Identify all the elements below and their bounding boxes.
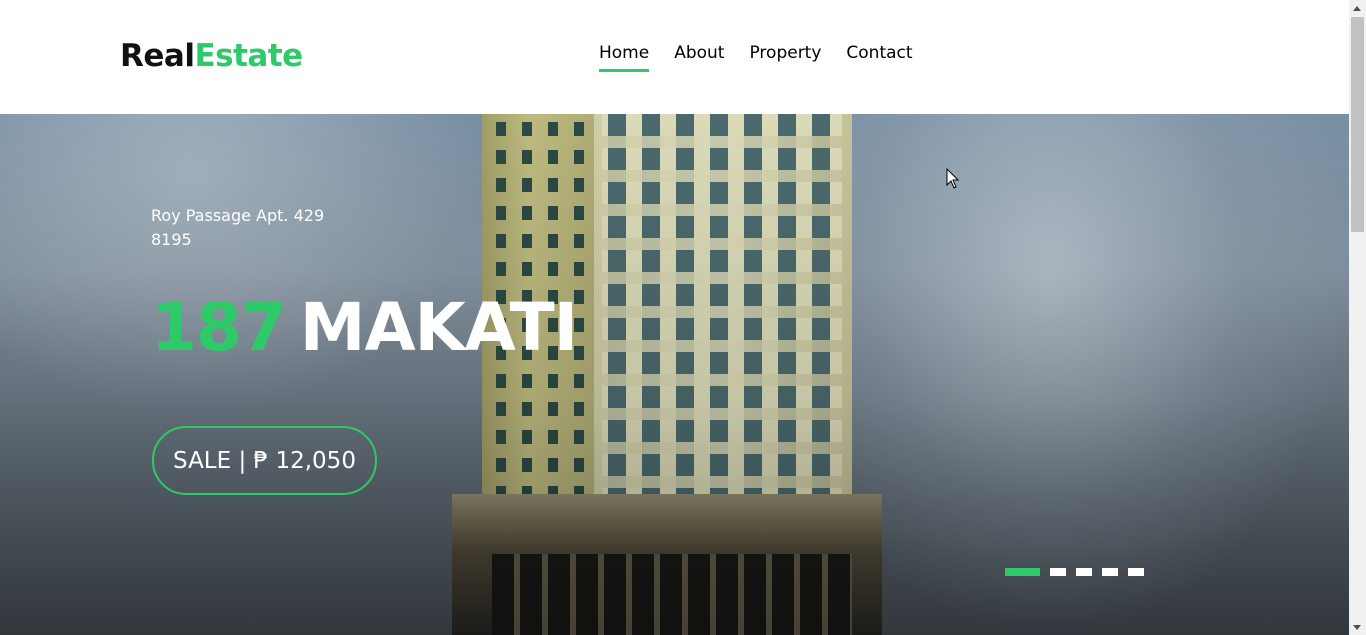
carousel-dot-2[interactable] [1050,568,1066,576]
page: RealEstate Home About Property Contact R… [0,0,1366,635]
nav-property[interactable]: Property [749,40,821,72]
hero-overlay [0,114,1349,635]
scroll-thumb[interactable] [1351,17,1364,232]
scroll-down-arrow-icon[interactable] [1353,625,1361,630]
logo-text-real: Real [120,38,195,74]
property-title: 187 MAKATI [151,288,578,368]
site-header: RealEstate Home About Property Contact [0,0,1349,114]
address-line-1: Roy Passage Apt. 429 [151,206,325,225]
carousel-dot-5[interactable] [1128,568,1144,576]
carousel-dot-3[interactable] [1076,568,1092,576]
site-logo[interactable]: RealEstate [120,36,303,76]
nav-home[interactable]: Home [599,40,650,72]
carousel-dot-1[interactable] [1005,568,1040,576]
address-line-2: 8195 [151,230,192,249]
price-button[interactable]: SALE | ₱ 12,050 [152,426,377,495]
nav-contact[interactable]: Contact [846,40,912,72]
property-name: MAKATI [299,289,578,366]
property-number: 187 [151,289,287,366]
logo-text-estate: Estate [194,38,303,74]
hero-carousel [0,114,1349,635]
property-address: Roy Passage Apt. 429 8195 [151,204,324,252]
scroll-up-arrow-icon[interactable] [1353,6,1361,11]
page-scrollbar[interactable] [1349,0,1366,635]
main-nav: Home About Property Contact [599,40,938,72]
mouse-cursor-icon [946,168,960,189]
carousel-dot-4[interactable] [1102,568,1118,576]
carousel-dots [1005,568,1154,576]
nav-about[interactable]: About [674,40,724,72]
